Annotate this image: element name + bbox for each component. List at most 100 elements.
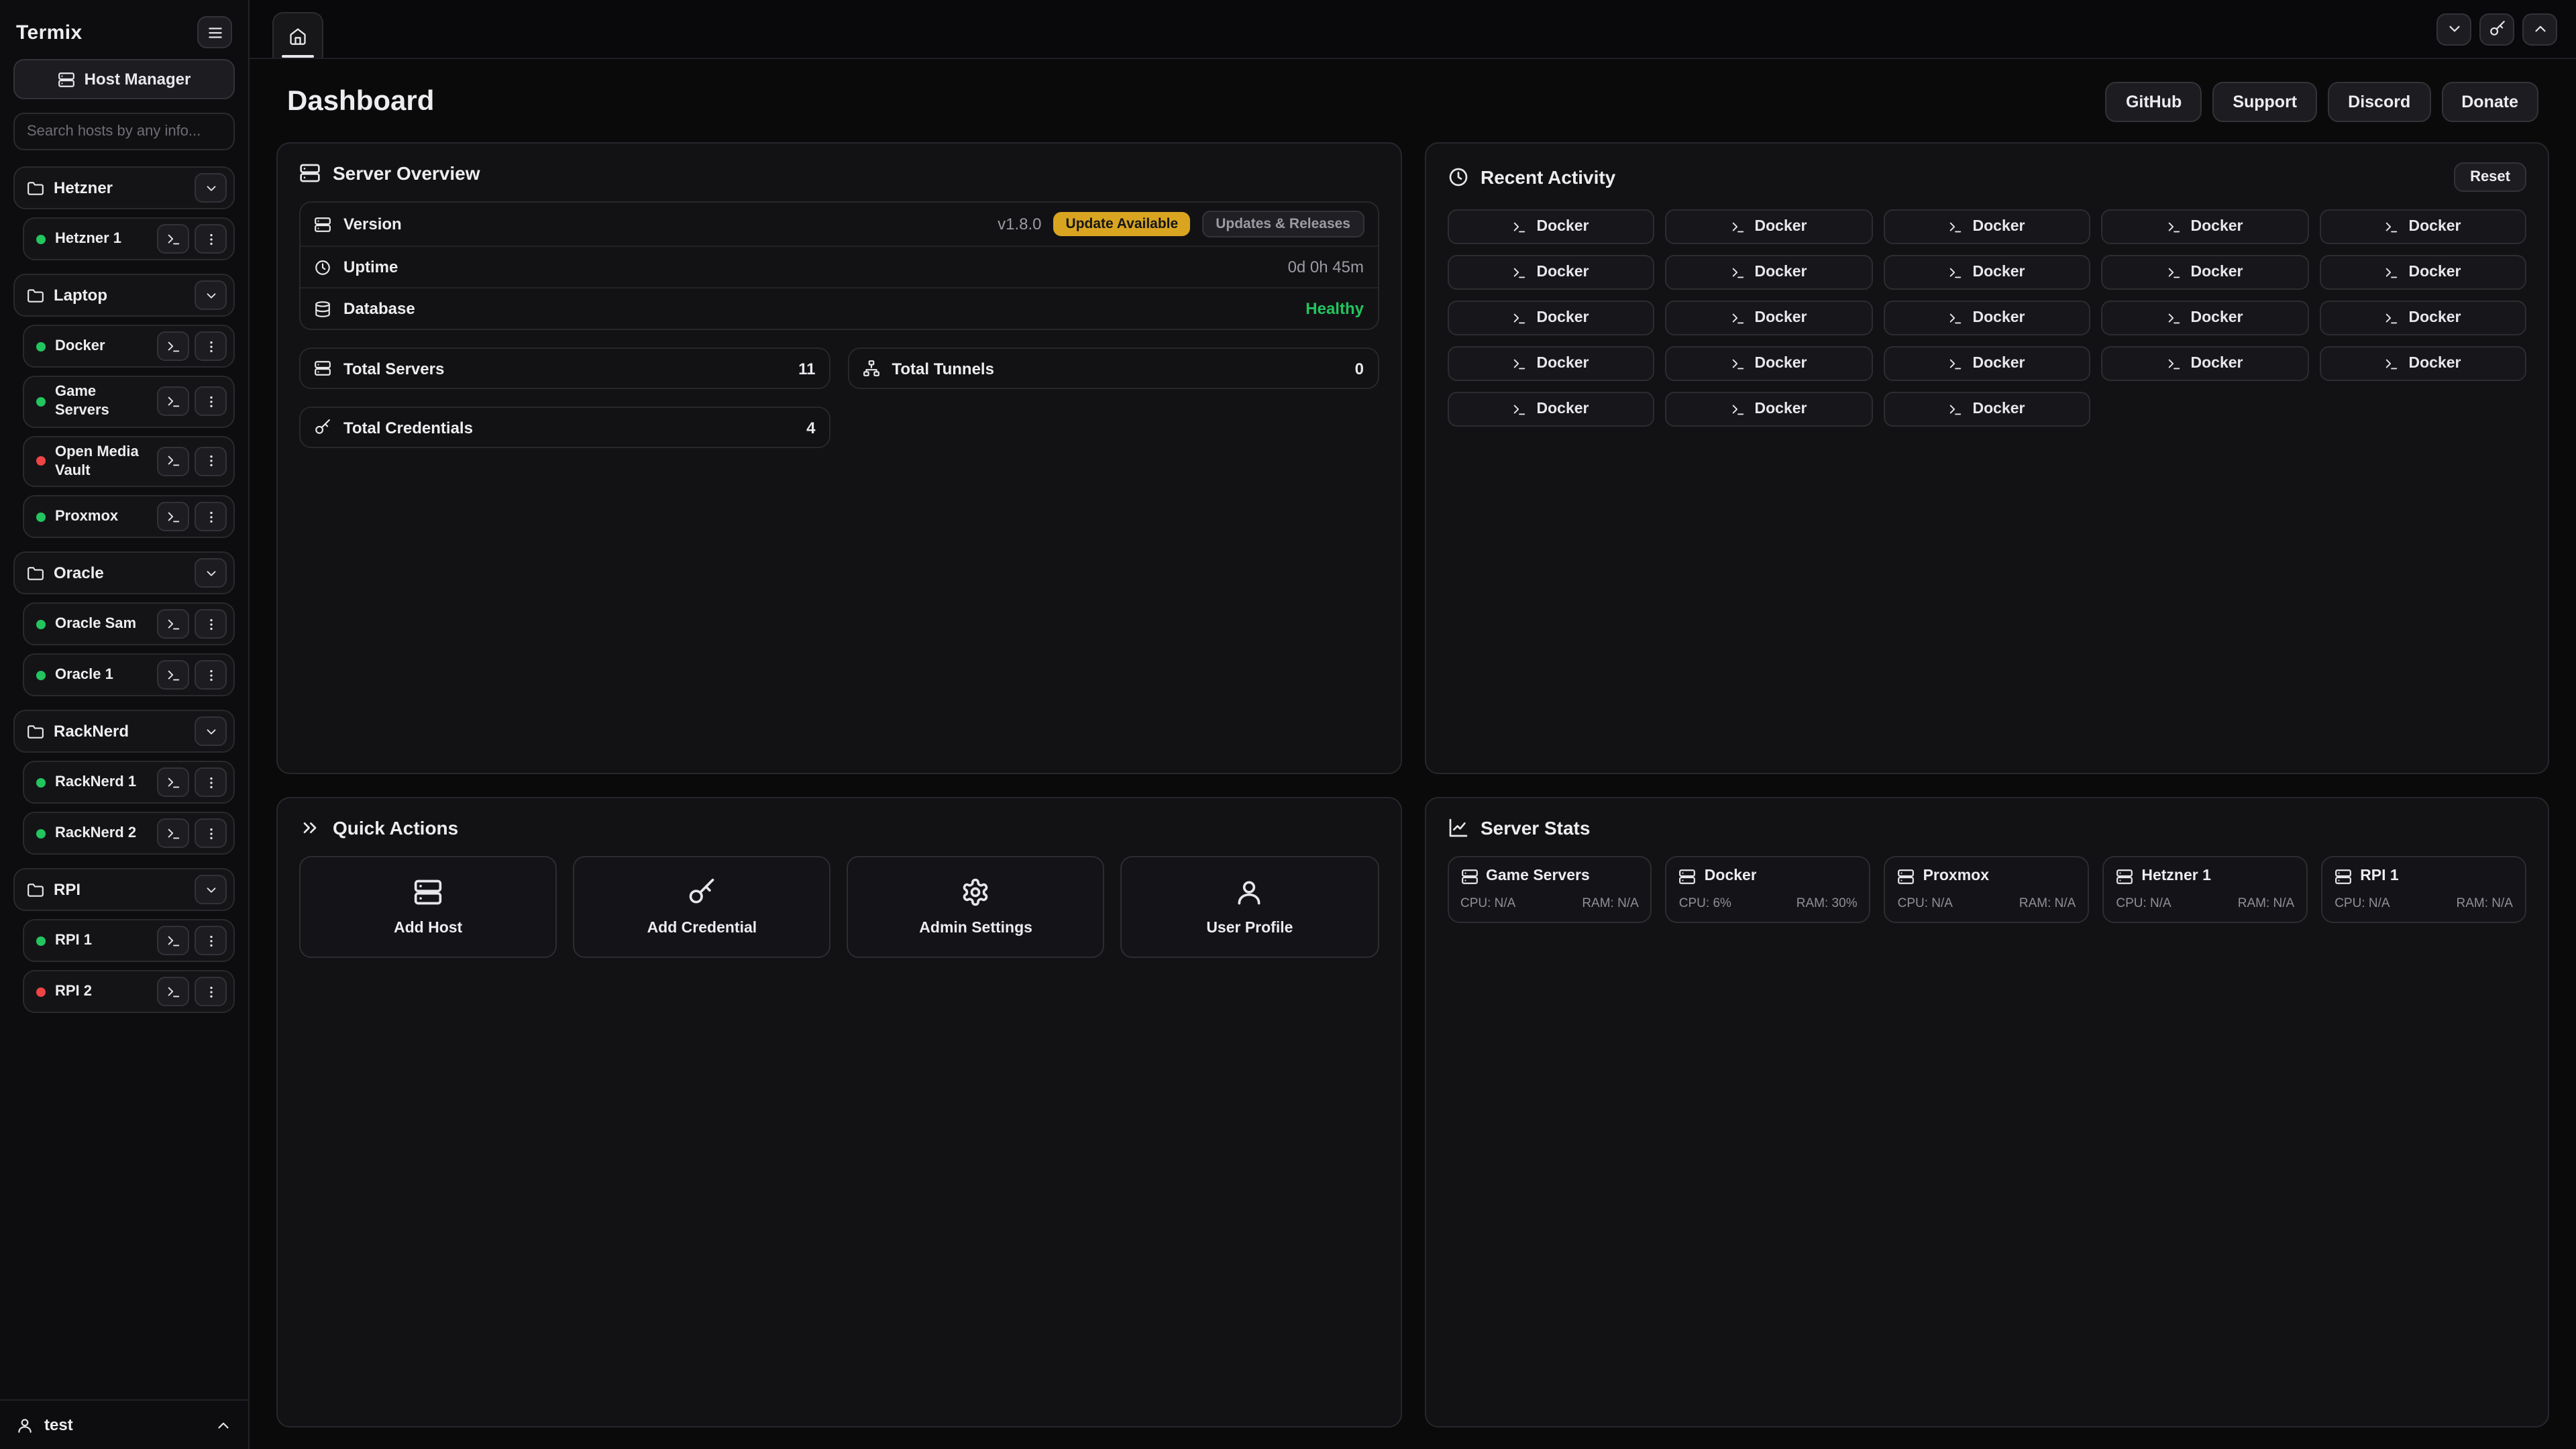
version-row: Version v1.8.0 Update Available Updates …	[301, 203, 1377, 246]
header-link-button[interactable]: GitHub	[2106, 82, 2202, 122]
sidebar-user-footer[interactable]: test	[0, 1399, 248, 1449]
activity-item-button[interactable]: Docker	[2319, 209, 2526, 244]
host-row[interactable]: RPI 2	[23, 970, 235, 1013]
host-more-button[interactable]	[195, 331, 227, 361]
activity-item-button[interactable]: Docker	[1883, 255, 2090, 290]
folder-collapse-button[interactable]	[195, 558, 227, 588]
host-terminal-button[interactable]	[157, 660, 189, 690]
activity-item-button[interactable]: Docker	[2319, 346, 2526, 381]
host-row[interactable]: Hetzner 1	[23, 217, 235, 260]
footer-collapse-button[interactable]	[215, 1416, 232, 1434]
host-more-button[interactable]	[195, 818, 227, 848]
host-row[interactable]: Proxmox	[23, 495, 235, 538]
collapse-topbar-button[interactable]	[2522, 13, 2557, 45]
host-row[interactable]: Oracle 1	[23, 653, 235, 696]
folder-collapse-button[interactable]	[195, 173, 227, 203]
folder-header[interactable]: Laptop	[13, 274, 235, 317]
server-stat-tile[interactable]: Hetzner 1 CPU: N/A RAM: N/A	[2102, 855, 2308, 922]
activity-item-button[interactable]: Docker	[1447, 255, 1654, 290]
activity-item-button[interactable]: Docker	[1665, 392, 1872, 427]
activity-item-button[interactable]: Docker	[1883, 346, 2090, 381]
folder-header[interactable]: Oracle	[13, 551, 235, 594]
activity-item-button[interactable]: Docker	[2101, 209, 2308, 244]
host-row[interactable]: Game Servers	[23, 376, 235, 427]
host-more-button[interactable]	[195, 977, 227, 1006]
folder-header[interactable]: Hetzner	[13, 166, 235, 209]
header-link-button[interactable]: Discord	[2328, 82, 2430, 122]
activity-item-button[interactable]: Docker	[1665, 301, 1872, 335]
activity-item-button[interactable]: Docker	[2319, 301, 2526, 335]
activity-item-button[interactable]: Docker	[2101, 301, 2308, 335]
activity-item-button[interactable]: Docker	[1447, 346, 1654, 381]
host-terminal-button[interactable]	[157, 767, 189, 797]
folder-collapse-button[interactable]	[195, 875, 227, 904]
host-terminal-button[interactable]	[157, 387, 189, 417]
host-more-button[interactable]	[195, 502, 227, 531]
host-terminal-button[interactable]	[157, 502, 189, 531]
host-search-input[interactable]	[13, 113, 235, 150]
host-manager-button[interactable]: Host Manager	[13, 59, 235, 99]
server-stat-tile[interactable]: Game Servers CPU: N/A RAM: N/A	[1447, 855, 1652, 922]
folder-header[interactable]: RPI	[13, 868, 235, 911]
terminal-icon	[1731, 356, 1746, 371]
activity-item-button[interactable]: Docker	[1447, 301, 1654, 335]
activity-item-button[interactable]: Docker	[2101, 346, 2308, 381]
host-row[interactable]: RPI 1	[23, 919, 235, 962]
host-terminal-button[interactable]	[157, 331, 189, 361]
quick-action-tile[interactable]: Add Credential	[573, 855, 830, 957]
host-terminal-button[interactable]	[157, 977, 189, 1006]
page-title: Dashboard	[287, 86, 434, 118]
quick-action-tile[interactable]: User Profile	[1121, 855, 1379, 957]
terminal-icon	[2167, 356, 2182, 371]
host-more-button[interactable]	[195, 926, 227, 955]
host-terminal-button[interactable]	[157, 926, 189, 955]
sidebar-menu-button[interactable]	[197, 16, 232, 48]
server-stat-tile[interactable]: RPI 1 CPU: N/A RAM: N/A	[2321, 855, 2526, 922]
activity-item-button[interactable]: Docker	[1665, 255, 1872, 290]
activity-item-button[interactable]: Docker	[1883, 301, 2090, 335]
activity-item-button[interactable]: Docker	[1447, 209, 1654, 244]
server-stat-tile[interactable]: Proxmox CPU: N/A RAM: N/A	[1884, 855, 2090, 922]
tab-dropdown-button[interactable]	[2436, 13, 2471, 45]
folder-icon	[27, 881, 44, 898]
header-link-button[interactable]: Donate	[2441, 82, 2538, 122]
host-row[interactable]: Open Media Vault	[23, 435, 235, 487]
host-row[interactable]: Docker	[23, 325, 235, 368]
host-row[interactable]: RackNerd 2	[23, 812, 235, 855]
quick-action-tile[interactable]: Admin Settings	[847, 855, 1105, 957]
quick-actions-card: Quick Actions Add Host Add Credential	[276, 796, 1401, 1428]
folder-collapse-button[interactable]	[195, 280, 227, 310]
host-more-button[interactable]	[195, 767, 227, 797]
tab-home[interactable]	[272, 12, 323, 58]
chevron-down-icon	[2445, 20, 2463, 38]
host-terminal-button[interactable]	[157, 609, 189, 639]
activity-item-button[interactable]: Docker	[1883, 209, 2090, 244]
host-row[interactable]: RackNerd 1	[23, 761, 235, 804]
host-terminal-button[interactable]	[157, 224, 189, 254]
updates-releases-button[interactable]: Updates & Releases	[1202, 211, 1364, 237]
host-more-button[interactable]	[195, 660, 227, 690]
header-link-button[interactable]: Support	[2212, 82, 2317, 122]
card-title: Server Stats	[1481, 816, 1590, 838]
host-more-button[interactable]	[195, 609, 227, 639]
reset-activity-button[interactable]: Reset	[2454, 162, 2526, 192]
ssh-keys-button[interactable]	[2479, 13, 2514, 45]
activity-item-button[interactable]: Docker	[1883, 392, 2090, 427]
quick-action-tile[interactable]: Add Host	[299, 855, 557, 957]
clock-icon	[314, 258, 331, 276]
server-stat-tile[interactable]: Docker CPU: 6% RAM: 30%	[1666, 855, 1871, 922]
folder-header[interactable]: RackNerd	[13, 710, 235, 753]
activity-item-button[interactable]: Docker	[1665, 346, 1872, 381]
host-row[interactable]: Oracle Sam	[23, 602, 235, 645]
host-more-button[interactable]	[195, 447, 227, 476]
folder-collapse-button[interactable]	[195, 716, 227, 746]
activity-item-button[interactable]: Docker	[1665, 209, 1872, 244]
activity-item-button[interactable]: Docker	[1447, 392, 1654, 427]
activity-item-button[interactable]: Docker	[2319, 255, 2526, 290]
host-terminal-button[interactable]	[157, 447, 189, 476]
host-more-button[interactable]	[195, 387, 227, 417]
activity-item-button[interactable]: Docker	[2101, 255, 2308, 290]
card-title: Server Overview	[333, 162, 480, 184]
host-more-button[interactable]	[195, 224, 227, 254]
host-terminal-button[interactable]	[157, 818, 189, 848]
